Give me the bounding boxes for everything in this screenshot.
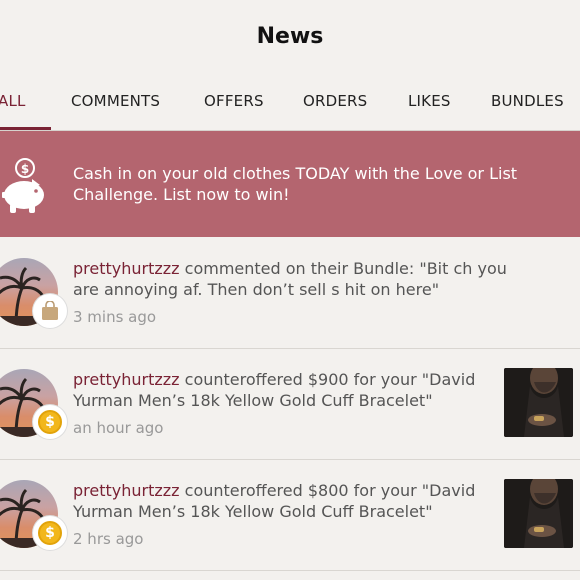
news-item[interactable]: $ prettyhurtzzz counteroffered $900 for …	[0, 349, 580, 460]
offer-badge: $	[33, 516, 67, 550]
tab-all[interactable]: ALL	[0, 92, 26, 110]
bundle-badge	[33, 294, 67, 328]
timestamp: 3 mins ago	[73, 308, 157, 326]
tab-bundles[interactable]: BUNDLES	[491, 92, 564, 110]
banner-text: Cash in on your old clothes TODAY with t…	[73, 164, 518, 204]
listing-thumbnail[interactable]	[504, 368, 573, 437]
news-message: prettyhurtzzz commented on their Bundle:…	[73, 258, 513, 300]
tab-orders[interactable]: ORDERS	[303, 92, 367, 110]
promo-banner[interactable]: $ Cash in on your old clothes TODAY with…	[0, 131, 580, 237]
news-message: prettyhurtzzz counteroffered $900 for yo…	[73, 369, 513, 411]
svg-text:$: $	[21, 162, 29, 176]
username-link[interactable]: prettyhurtzzz	[73, 370, 180, 389]
tab-offers[interactable]: OFFERS	[204, 92, 264, 110]
news-item[interactable]: prettyhurtzzz commented on their Bundle:…	[0, 238, 580, 349]
header: News	[0, 0, 580, 70]
tab-likes[interactable]: LIKES	[408, 92, 451, 110]
dollar-coin-icon: $	[38, 410, 62, 434]
news-message: prettyhurtzzz counteroffered $800 for yo…	[73, 480, 513, 522]
page-title: News	[256, 23, 324, 49]
tab-bar: ALL COMMENTS OFFERS ORDERS LIKES BUNDLES	[0, 70, 580, 131]
timestamp: 2 hrs ago	[73, 530, 144, 548]
listing-thumbnail[interactable]	[504, 479, 573, 548]
news-item[interactable]: $ prettyhurtzzz counteroffered $800 for …	[0, 460, 580, 571]
tab-comments[interactable]: COMMENTS	[71, 92, 160, 110]
timestamp: an hour ago	[73, 419, 164, 437]
active-tab-indicator	[0, 127, 51, 130]
offer-badge: $	[33, 405, 67, 439]
username-link[interactable]: prettyhurtzzz	[73, 481, 180, 500]
username-link[interactable]: prettyhurtzzz	[73, 259, 180, 278]
piggy-bank-icon: $	[2, 158, 44, 213]
shopping-bag-icon	[42, 301, 58, 320]
dollar-coin-icon: $	[38, 521, 62, 545]
